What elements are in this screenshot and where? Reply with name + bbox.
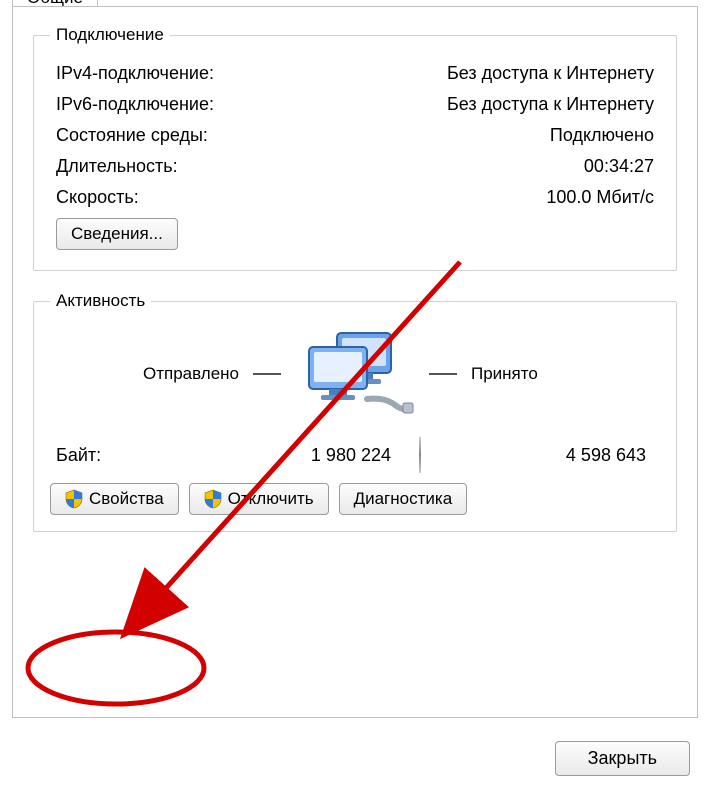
bytes-sent: 1 980 224 <box>186 445 419 466</box>
value-ipv6: Без доступа к Интернету <box>447 94 654 115</box>
label-speed: Скорость: <box>56 187 139 208</box>
label-media: Состояние среды: <box>56 125 208 146</box>
label-duration: Длительность: <box>56 156 178 177</box>
close-button-label: Закрыть <box>588 748 657 769</box>
activity-legend: Активность <box>50 291 151 311</box>
row-duration: Длительность: 00:34:27 <box>56 156 654 177</box>
row-media: Состояние среды: Подключено <box>56 125 654 146</box>
bytes-row: Байт: 1 980 224 4 598 643 <box>56 437 654 473</box>
recv-label: Принято <box>471 364 538 384</box>
shield-icon <box>65 489 83 509</box>
activity-group: Активность Отправлено <box>33 291 677 532</box>
details-button-label: Сведения... <box>71 224 163 244</box>
diagnose-button-label: Диагностика <box>354 489 453 509</box>
value-ipv4: Без доступа к Интернету <box>447 63 654 84</box>
value-media: Подключено <box>550 125 654 146</box>
connection-legend: Подключение <box>50 25 170 45</box>
tab-panel-general: Подключение IPv4-подключение: Без доступ… <box>12 6 698 718</box>
divider-right <box>429 373 457 375</box>
properties-button-label: Свойства <box>89 489 164 509</box>
connection-group: Подключение IPv4-подключение: Без доступ… <box>33 25 677 271</box>
bytes-recv: 4 598 643 <box>421 445 654 466</box>
row-ipv6: IPv6-подключение: Без доступа к Интернет… <box>56 94 654 115</box>
value-duration: 00:34:27 <box>584 156 654 177</box>
disable-button[interactable]: Отключить <box>189 483 329 515</box>
bytes-label: Байт: <box>56 445 186 466</box>
properties-button[interactable]: Свойства <box>50 483 179 515</box>
network-computers-icon <box>295 329 415 419</box>
shield-icon <box>204 489 222 509</box>
row-ipv4: IPv4-подключение: Без доступа к Интернет… <box>56 63 654 84</box>
disable-button-label: Отключить <box>228 489 314 509</box>
activity-header: Отправлено <box>50 329 660 419</box>
dialog-buttons: Закрыть <box>555 741 690 776</box>
sent-label: Отправлено <box>143 364 239 384</box>
action-row: Свойства Отключить Диагностика <box>50 483 660 515</box>
value-speed: 100.0 Мбит/с <box>546 187 654 208</box>
close-button[interactable]: Закрыть <box>555 741 690 776</box>
details-button[interactable]: Сведения... <box>56 218 178 250</box>
label-ipv4: IPv4-подключение: <box>56 63 214 84</box>
diagnose-button[interactable]: Диагностика <box>339 483 468 515</box>
row-speed: Скорость: 100.0 Мбит/с <box>56 187 654 208</box>
label-ipv6: IPv6-подключение: <box>56 94 214 115</box>
divider-left <box>253 373 281 375</box>
